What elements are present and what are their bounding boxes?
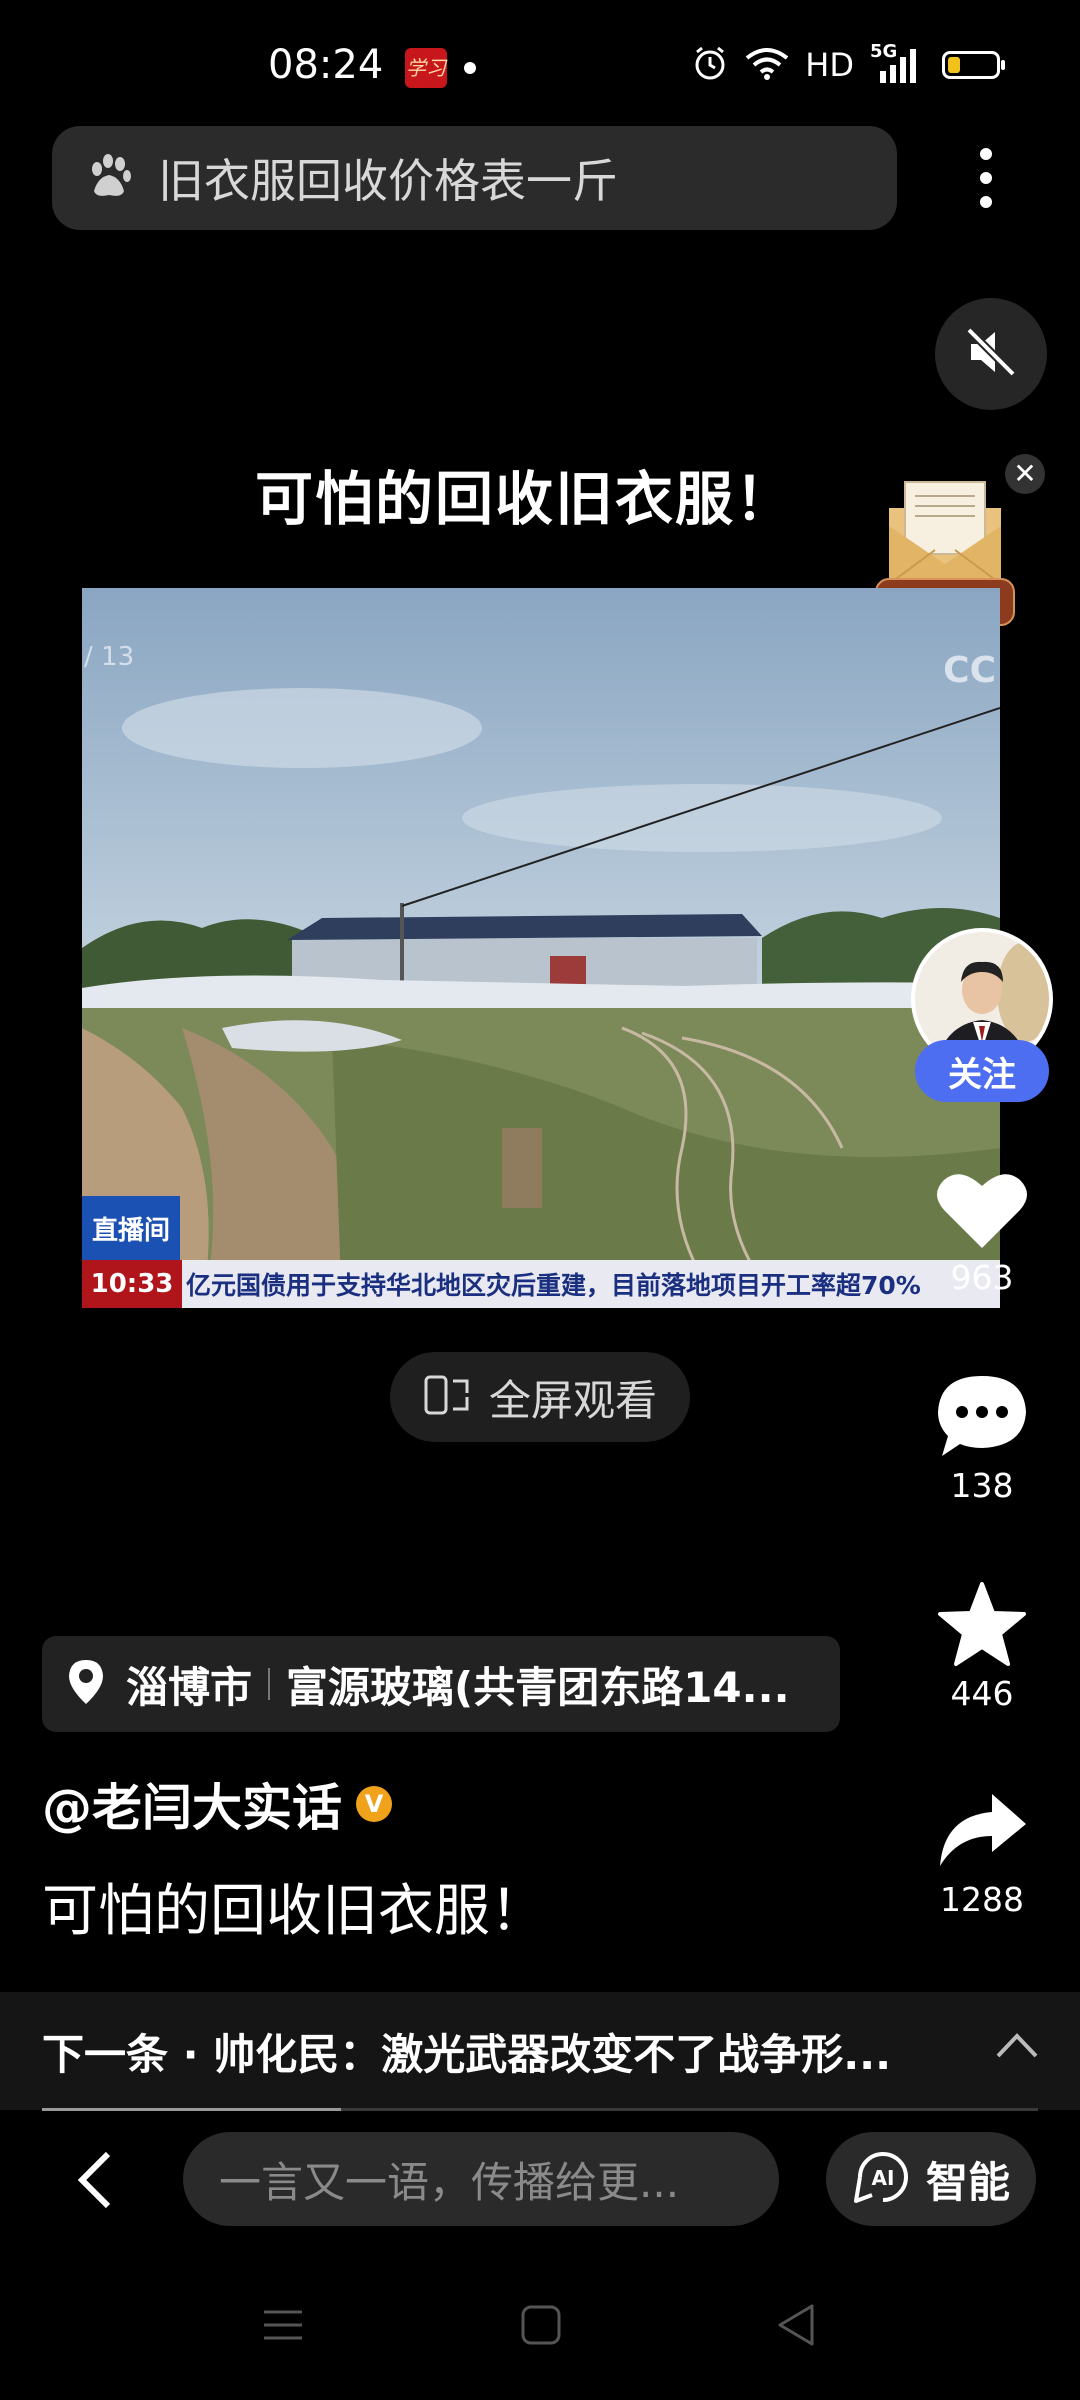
favorite-action[interactable]: 446 — [912, 1580, 1052, 1713]
video-player[interactable]: / 13 CC 直播间 10:33 亿元国债用于支持华北地区灾后重建，目前落地项… — [82, 588, 1000, 1308]
more-options-button[interactable] — [968, 140, 1004, 216]
nav-home-button[interactable] — [516, 2300, 566, 2350]
video-caption: 可怕的回收旧衣服！ — [42, 1879, 546, 1944]
status-time: 08:24 — [268, 42, 384, 88]
like-action[interactable]: 963 — [912, 1168, 1052, 1297]
location-divider — [268, 1668, 271, 1700]
share-arrow-icon — [940, 1794, 1026, 1866]
more-dot — [980, 148, 992, 160]
location-city: 淄博市 — [126, 1662, 253, 1712]
more-dot — [980, 196, 992, 208]
nav-back-button[interactable] — [772, 2300, 822, 2350]
author-name[interactable]: @老闫大实话 — [42, 1768, 342, 1840]
home-square-icon — [521, 2305, 561, 2345]
comment-count: 138 — [950, 1466, 1014, 1505]
location-pin-icon — [66, 1658, 106, 1710]
comment-input[interactable]: 一言又一语，传播给更... — [183, 2132, 779, 2226]
mute-button[interactable] — [935, 298, 1047, 410]
star-icon — [938, 1582, 1026, 1666]
search-bar[interactable]: 旧衣服回收价格表一斤 — [52, 126, 897, 230]
menu-icon — [264, 2310, 302, 2340]
back-button[interactable] — [68, 2150, 128, 2210]
verified-badge-icon: V — [356, 1786, 392, 1822]
ticker-text: 亿元国债用于支持华北地区灾后重建，目前落地项目开工率超70% — [186, 1271, 921, 1300]
video-date-overlay: / 13 — [84, 642, 135, 672]
search-query[interactable]: 旧衣服回收价格表一斤 — [158, 145, 618, 211]
ai-assistant-button[interactable]: AI 智能 — [826, 2132, 1036, 2226]
favorite-count: 446 — [950, 1674, 1014, 1713]
baidu-paw-icon — [84, 151, 134, 205]
follow-button[interactable]: 关注 — [915, 1040, 1049, 1102]
comment-bubble-icon — [938, 1376, 1026, 1456]
network-type: HD — [805, 46, 854, 84]
envelope-letter-icon — [888, 481, 1002, 585]
speaker-muted-icon — [963, 324, 1019, 384]
status-indicators: HD 5G — [691, 40, 1005, 90]
chevron-up-icon[interactable] — [994, 2030, 1040, 2064]
battery-icon — [942, 51, 1005, 79]
comment-action[interactable]: 138 — [912, 1372, 1052, 1505]
location-place: 富源玻璃(共青团东路14... — [286, 1662, 790, 1712]
alarm-icon — [691, 44, 729, 86]
app-notification-icon: 学习 — [405, 48, 447, 88]
share-count: 1288 — [940, 1880, 1024, 1919]
ai-icon: AI — [852, 2149, 914, 2209]
fullscreen-rotate-icon — [423, 1373, 471, 1421]
signal-icon: 5G — [870, 41, 926, 85]
like-count: 963 — [950, 1258, 1014, 1297]
playback-progress-fill — [42, 2108, 341, 2111]
back-triangle-icon — [778, 2304, 814, 2346]
news-ticker: 10:33 亿元国债用于支持华北地区灾后重建，目前落地项目开工率超70% — [82, 1260, 1000, 1308]
share-action[interactable]: 1288 — [912, 1790, 1052, 1919]
chevron-left-icon — [77, 2151, 111, 2209]
battery-level — [948, 57, 960, 73]
next-video-bar[interactable]: 下一条 · 帅化民：激光武器改变不了战争形... — [0, 1992, 1080, 2110]
nav-menu-button[interactable] — [258, 2300, 308, 2350]
live-tag: 直播间 — [82, 1196, 180, 1260]
video-scene-image — [82, 588, 1000, 1308]
wifi-icon — [745, 46, 789, 84]
author-row[interactable]: @老闫大实话 V — [42, 1768, 392, 1840]
more-dot — [980, 172, 992, 184]
status-bar: 08:24 学习 HD 5G — [0, 0, 1080, 130]
fullscreen-label: 全屏观看 — [488, 1375, 657, 1425]
channel-watermark: CC — [943, 650, 996, 691]
fullscreen-button[interactable]: 全屏观看 — [390, 1352, 690, 1442]
heart-icon — [937, 1174, 1027, 1248]
svg-text:AI: AI — [872, 2166, 895, 2190]
notification-dot — [464, 62, 476, 74]
ticker-time: 10:33 — [82, 1260, 182, 1308]
playback-progress[interactable] — [42, 2108, 1038, 2111]
next-video-title: 下一条 · 帅化民：激光武器改变不了战争形... — [42, 2029, 892, 2079]
location-chip[interactable]: 淄博市 富源玻璃(共青团东路14... — [42, 1636, 840, 1732]
ai-label: 智能 — [925, 2157, 1010, 2207]
promo-close-button[interactable]: ✕ — [1005, 454, 1045, 494]
